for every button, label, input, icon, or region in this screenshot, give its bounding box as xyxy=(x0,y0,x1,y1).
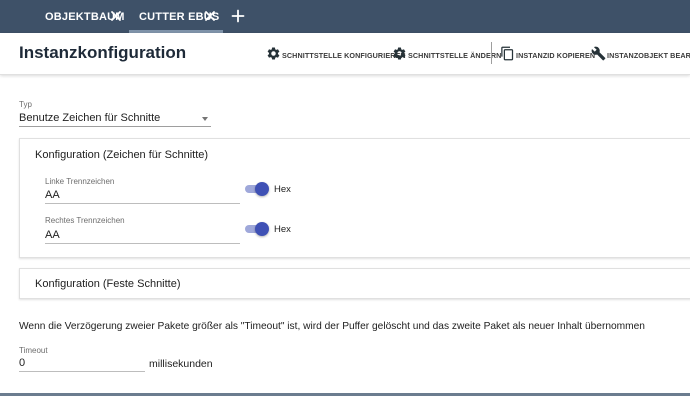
edit-instance-object-button[interactable]: INSTANZOBJEKT BEARBEITEN xyxy=(591,43,690,63)
right-hex-label: Hex xyxy=(274,224,291,235)
switch-thumb xyxy=(255,222,269,236)
config-chars-panel: Konfiguration (Zeichen für Schnitte) Lin… xyxy=(19,138,690,258)
button-label: INSTANZID KOPIEREN xyxy=(516,51,596,60)
config-fixed-panel[interactable]: Konfiguration (Feste Schnitte) xyxy=(19,268,690,299)
right-hex-toggle[interactable] xyxy=(243,222,269,236)
header-divider xyxy=(491,42,492,64)
configure-interface-button[interactable]: SCHNITTSTELLE KONFIGURIEREN xyxy=(266,43,406,63)
change-interface-button[interactable]: SCHNITTSTELLE ÄNDERN xyxy=(392,43,501,63)
close-icon[interactable] xyxy=(109,9,123,23)
copy-instance-id-button[interactable]: INSTANZID KOPIEREN xyxy=(500,43,595,63)
page-header: Instanzkonfiguration SCHNITTSTELLE KONFI… xyxy=(0,33,690,75)
timeout-info-text: Wenn die Verzögerung zweier Pakete größe… xyxy=(19,321,645,332)
switch-thumb xyxy=(255,182,269,196)
timeout-value: 0 xyxy=(19,357,26,369)
panel-title: Konfiguration (Zeichen für Schnitte) xyxy=(35,149,209,161)
bottom-divider xyxy=(0,393,690,410)
gear-icon xyxy=(393,47,406,59)
left-separator-value: AA xyxy=(45,189,60,201)
page-title: Instanzkonfiguration xyxy=(19,43,187,62)
typ-select-value: Benutze Zeichen für Schnitte xyxy=(19,112,161,124)
tab-bar: OBJEKTBAUM CUTTER EBUS xyxy=(0,0,690,33)
close-icon[interactable] xyxy=(203,9,217,23)
left-hex-toggle[interactable] xyxy=(243,182,269,196)
gear-icon xyxy=(267,47,280,59)
button-label: SCHNITTSTELLE KONFIGURIEREN xyxy=(282,51,406,60)
typ-select[interactable]: Benutze Zeichen für Schnitte xyxy=(19,110,211,127)
right-separator-input[interactable]: AA xyxy=(45,229,240,244)
add-tab-icon[interactable] xyxy=(231,9,245,23)
timeout-label: Timeout xyxy=(19,346,48,355)
button-label: SCHNITTSTELLE ÄNDERN xyxy=(408,51,502,60)
right-separator-label: Rechtes Trennzeichen xyxy=(45,216,125,225)
panel-title: Konfiguration (Feste Schnitte) xyxy=(35,278,181,290)
right-separator-value: AA xyxy=(45,229,60,241)
button-label: INSTANZOBJEKT BEARBEITEN xyxy=(607,51,690,60)
copy-icon xyxy=(501,46,514,60)
chevron-down-icon xyxy=(202,117,208,121)
tab-objektbaum[interactable]: OBJEKTBAUM xyxy=(0,0,127,33)
timeout-input[interactable]: 0 xyxy=(19,357,145,372)
left-separator-label: Linke Trennzeichen xyxy=(45,177,115,186)
left-hex-label: Hex xyxy=(274,184,291,195)
timeout-unit: millisekunden xyxy=(149,358,213,370)
left-separator-input[interactable]: AA xyxy=(45,189,240,204)
wrench-icon xyxy=(591,46,606,60)
tab-cutter-ebus[interactable]: CUTTER EBUS xyxy=(129,0,223,33)
typ-label: Typ xyxy=(19,100,32,109)
